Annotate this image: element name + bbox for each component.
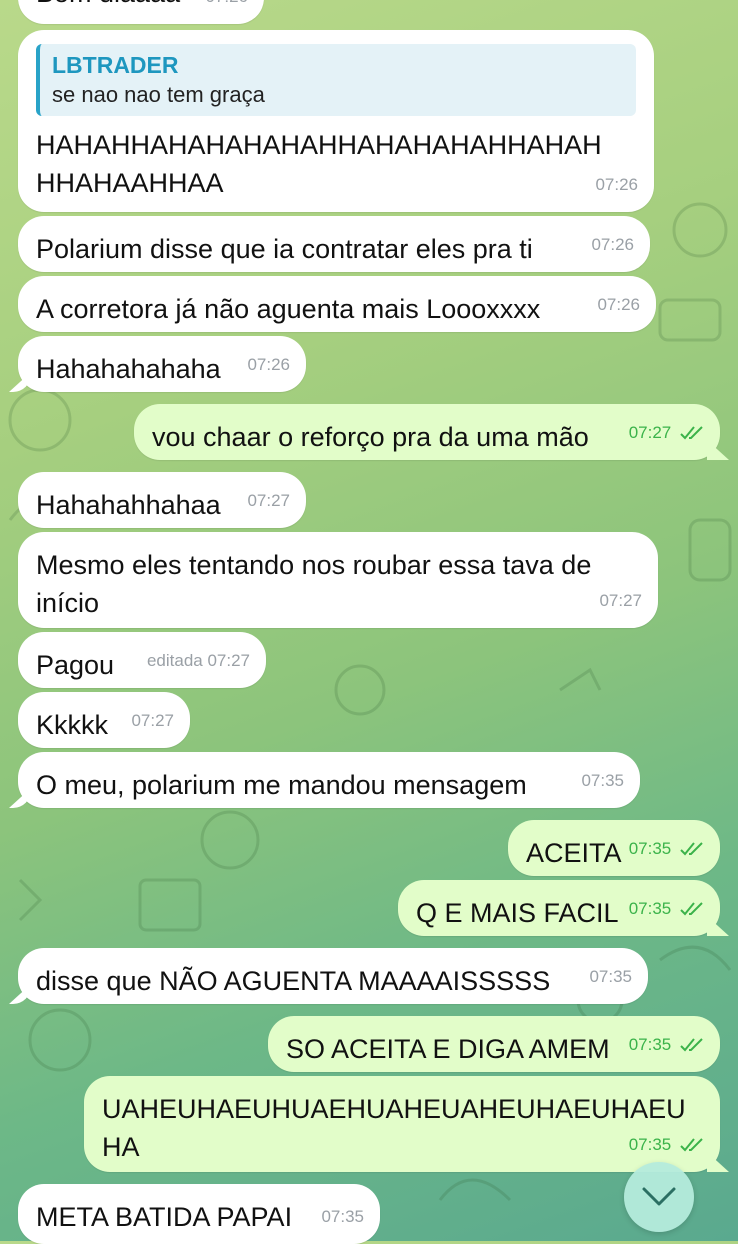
- message-time: 07:27: [247, 491, 290, 510]
- message-bubble: Bom diaaaa 07:26: [18, 0, 264, 24]
- message-bubble: Q E MAIS FACIL 07:35: [398, 880, 720, 936]
- quote-text: se nao nao tem graça: [52, 82, 265, 107]
- message-text: O meu, polarium me mandou mensagem: [36, 770, 527, 800]
- message-text: Q E MAIS FACIL: [416, 898, 619, 928]
- message-bubble: SO ACEITA E DIGA AMEM 07:35: [268, 1016, 720, 1072]
- message-time: 07:26: [205, 0, 248, 16]
- message-time: 07:27: [599, 591, 642, 610]
- message-text: ACEITA: [526, 838, 622, 868]
- message-text: A corretora já não aguenta mais Loooxxxx: [36, 294, 541, 324]
- message-time: 07:26: [597, 295, 640, 314]
- message-text: HAHAHHAHAHAHAHAHHAHAHAHAHHAHAH HHAHAAHHA…: [36, 130, 602, 198]
- message-time: 07:35: [628, 1035, 672, 1054]
- message-time-status: 07:35: [629, 830, 704, 868]
- message-bubble: vou chaar o reforço pra da uma mão 07:27: [134, 404, 720, 460]
- scroll-to-bottom-button[interactable]: [624, 1162, 694, 1232]
- message-bubble: Kkkkk 07:27: [18, 692, 190, 748]
- message-text: vou chaar o reforço pra da uma mão: [152, 422, 589, 452]
- message-bubble: O meu, polarium me mandou mensagem 07:35: [18, 752, 640, 808]
- message-text: Pagou: [36, 650, 115, 680]
- message-text: Hahahahahaha: [36, 354, 221, 384]
- message-time: 07:26: [247, 355, 290, 374]
- chevron-down-icon: [642, 1187, 676, 1206]
- message-bubble: META BATIDA PAPAI 07:35: [18, 1184, 380, 1244]
- message-time: 07:35: [628, 899, 672, 918]
- message-text: Bom diaaaa: [36, 0, 180, 8]
- message-time: 07:35: [321, 1207, 364, 1226]
- message-time: 07:35: [628, 839, 672, 858]
- message-text: Mesmo eles tentando nos roubar essa tava…: [36, 550, 592, 618]
- message-text: disse que NÃO AGUENTA MAAAAISSSSS: [36, 966, 551, 996]
- message-bubble: disse que NÃO AGUENTA MAAAAISSSSS 07:35: [18, 948, 648, 1004]
- message-time: 07:35: [628, 1135, 672, 1154]
- reply-quote[interactable]: LBTRADER se nao nao tem graça: [36, 44, 636, 116]
- message-text: Hahahahhahaa: [36, 490, 221, 520]
- message-time: 07:27: [131, 711, 174, 730]
- message-bubble: Mesmo eles tentando nos roubar essa tava…: [18, 532, 658, 628]
- message-time-status: 07:35: [629, 1026, 704, 1064]
- message-text: Kkkkk: [36, 710, 109, 740]
- message-time: 07:26: [595, 175, 638, 194]
- message-text: META BATIDA PAPAI: [36, 1202, 293, 1232]
- message-bubble: Hahahahhahaa 07:27: [18, 472, 306, 528]
- message-text: UAHEUHAEUHUAEHUAHEUAHEUHAEUHAEU HA: [102, 1094, 686, 1162]
- message-bubble: UAHEUHAEUHUAEHUAHEUAHEUHAEUHAEU HA 07:35: [84, 1076, 720, 1172]
- message-bubble: Pagou editada 07:27: [18, 632, 266, 688]
- quote-sender: LBTRADER: [52, 52, 179, 78]
- message-bubble: Polarium disse que ia contratar eles pra…: [18, 216, 650, 272]
- double-check-icon: [680, 426, 703, 440]
- double-check-icon: [680, 842, 703, 856]
- double-check-icon: [680, 902, 703, 916]
- message-text: SO ACEITA E DIGA AMEM: [286, 1034, 610, 1064]
- message-time: 07:27: [628, 423, 672, 442]
- double-check-icon: [680, 1038, 703, 1052]
- message-time-status: 07:35: [629, 890, 704, 928]
- message-text: Polarium disse que ia contratar eles pra…: [36, 234, 533, 264]
- chat-area[interactable]: Bom diaaaa 07:26 LBTRADER se nao nao tem…: [0, 0, 738, 1244]
- message-time: 07:35: [589, 967, 632, 986]
- double-check-icon: [680, 1138, 703, 1152]
- message-bubble: Hahahahahaha 07:26: [18, 336, 306, 392]
- message-bubble: A corretora já não aguenta mais Loooxxxx…: [18, 276, 656, 332]
- message-time-status: 07:27: [629, 414, 704, 452]
- message-time: 07:26: [591, 235, 634, 254]
- message-time-status: 07:35: [629, 1126, 704, 1164]
- message-bubble: ACEITA 07:35: [508, 820, 720, 876]
- message-time: 07:35: [581, 771, 624, 790]
- message-time: editada 07:27: [146, 651, 250, 670]
- message-bubble: LBTRADER se nao nao tem graça HAHAHHAHAH…: [18, 30, 654, 212]
